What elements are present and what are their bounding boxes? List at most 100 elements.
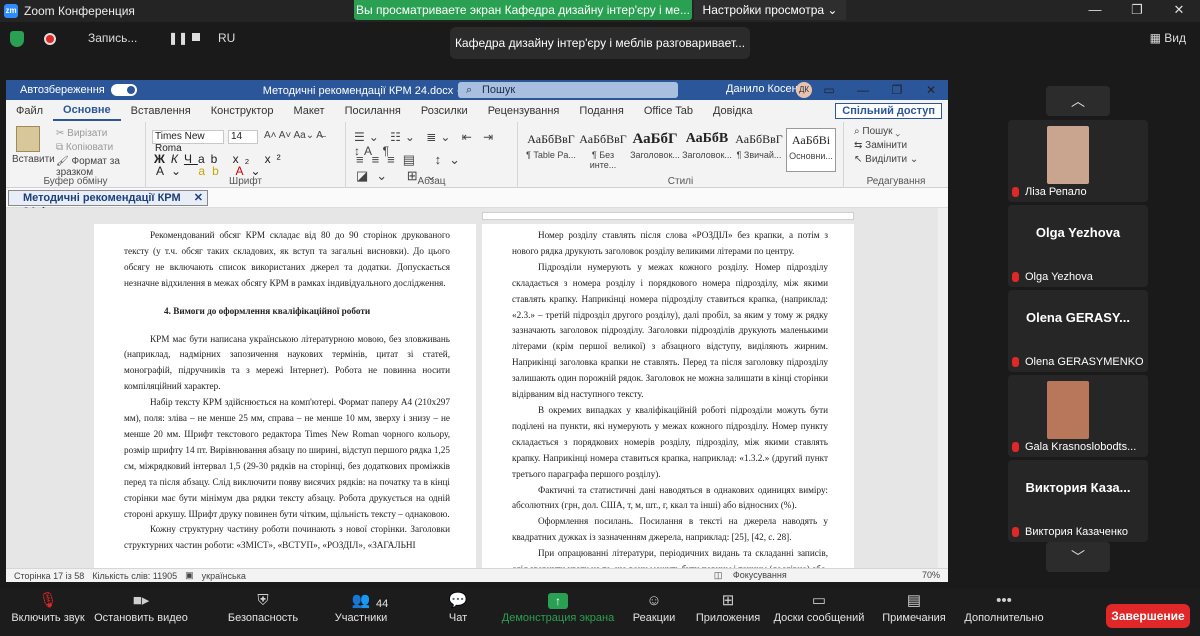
word-count[interactable]: Кількість слів: 11905 [92,571,177,581]
document-page-left[interactable]: Рекомендований обсяг КРМ складає від 80 … [94,224,476,568]
style-no-spacing[interactable]: АаБбВвГ ¶ Без инте... [578,128,628,172]
unmute-button[interactable]: 🎙 Включить звук [6,590,90,624]
style-table-paragraph[interactable]: АаБбВвГ ¶ Table Pa... [526,128,576,172]
participant-tile[interactable]: Ліза Репало [1008,120,1148,202]
share-screen-icon: ↑ [548,593,568,609]
style-normal[interactable]: АаБбВвГ ¶ Звичай... [734,128,784,172]
restore-icon[interactable]: ❐ [880,80,914,100]
security-button[interactable]: ⛨ Безопасность [226,590,300,624]
tab-review[interactable]: Рецензування [478,105,570,117]
scissors-icon: ✂ [56,128,68,139]
gallery-scroll-down-button[interactable]: ﹀ [1046,542,1110,572]
search-placeholder: Пошук [482,84,516,96]
style-sample: АаБбГ [632,131,678,147]
participants-label: Участники [334,612,388,624]
participant-tile[interactable]: Olena GERASY... Olena GERASYMENKO [1008,290,1148,372]
unmute-label: Включить звук [11,612,85,624]
language-status[interactable]: українська [202,571,246,581]
share-document-button[interactable]: Спільний доступ [835,103,942,119]
minimize-icon[interactable]: — [1074,0,1116,20]
replace-label: Замінити [865,140,908,151]
tab-view[interactable]: Подання [569,105,633,117]
chevron-down-icon: ﹀ [1071,549,1085,565]
cut-button[interactable]: ✂ Вирізати [56,128,107,139]
select-button[interactable]: ↖ Виділити ⌄ [854,154,918,165]
close-icon[interactable]: ✕ [914,80,948,100]
tab-layout[interactable]: Макет [283,105,334,117]
view-button[interactable]: ▦ Вид [1150,31,1186,45]
share-screen-button[interactable]: ↑ Демонстрация экрана [500,590,616,624]
editing-group: ⌕ Пошук ⌄ ⇆ Замінити ↖ Виділити ⌄ Редагу… [844,122,948,188]
viewing-banner[interactable]: Вы просматриваете экран Кафедра дизайну … [354,0,692,20]
more-button[interactable]: ••• Дополнительно [962,590,1046,624]
tab-help[interactable]: Довідка [703,105,763,117]
tab-mailings[interactable]: Розсилки [411,105,478,117]
tab-insert[interactable]: Вставлення [121,105,201,117]
tab-home[interactable]: Основне [53,101,121,121]
replace-button[interactable]: ⇆ Замінити [854,140,907,151]
app-title: Zoom Конференция [24,4,135,18]
participant-display-name: Olena GERASY... [1025,310,1131,325]
video-camera-icon: ■▸ [132,592,150,609]
chat-button[interactable]: 💬 Чат [440,590,476,624]
copy-label: Копіювати [65,142,114,153]
minimize-icon[interactable]: — [846,80,880,100]
participant-name: Olena GERASYMENKO [1025,356,1144,368]
tab-file[interactable]: Файл [6,105,53,117]
participant-label: Виктория Казаченко [1012,526,1128,538]
end-meeting-button[interactable]: Завершение [1106,604,1190,628]
format-painter-button[interactable]: 🖌 Формат за зразком [56,156,145,178]
participant-tile[interactable]: Виктория Каза... Виктория Казаченко [1008,460,1148,542]
apps-button[interactable]: ⊞ Приложения [692,590,764,624]
style-name: Заголовок... [682,150,732,160]
language-indicator[interactable]: RU [218,31,235,45]
zoom-level[interactable]: 70% [922,570,940,580]
gallery-scroll-up-button[interactable]: ︿ [1046,86,1110,116]
ribbon-options-icon[interactable]: ▭ [812,80,846,100]
tab-references[interactable]: Посилання [335,105,411,117]
mic-muted-icon: 🎙 [38,592,58,609]
focus-mode-button[interactable]: ◫ Фокусування [706,570,787,581]
style-body-text[interactable]: АаБбВі Основни... [786,128,836,172]
paragraph: КРМ має бути написана українською літера… [124,333,450,392]
pause-recording-icon[interactable]: ❚❚ [168,31,188,45]
focus-label: Фокусування [732,570,787,580]
reactions-button[interactable]: ☺ Реакции [626,590,682,624]
document-page-right[interactable]: Номер розділу ставлять після слова «РОЗД… [482,224,854,568]
avatar[interactable]: ДК [796,82,812,98]
notes-button[interactable]: ▤ Примечания [878,590,950,624]
font-size-controls[interactable]: A˄ A˅ Aa⌄ A̶ [264,130,323,141]
tab-office-tab[interactable]: Office Tab [634,105,703,117]
maximize-icon[interactable]: ❐ [1116,0,1158,20]
close-icon[interactable]: ✕ [1158,0,1200,20]
close-icon[interactable]: ✕ [194,191,203,205]
stop-video-button[interactable]: ■▸ Остановить видео [94,590,188,624]
style-heading-1[interactable]: АаБбГ Заголовок... [630,128,680,172]
participant-tile[interactable]: Gala Krasnoslobodts... [1008,375,1148,457]
word-search-box[interactable]: ⌕ Пошук [458,82,678,98]
autosave-toggle[interactable] [110,84,137,96]
style-heading-2[interactable]: АаБбВ Заголовок... [682,128,732,172]
find-button[interactable]: ⌕ Пошук ⌄ [854,126,900,137]
view-settings-button[interactable]: Настройки просмотра ⌄ [694,0,846,20]
security-label: Безопасность [227,612,299,624]
vertical-scrollbar[interactable] [938,208,948,568]
clipboard-group-label: Буфер обміну [43,176,108,187]
paste-button[interactable]: Вставити [12,154,55,165]
security-shield-icon[interactable] [10,31,24,47]
stop-recording-icon[interactable] [192,33,200,41]
proofing-icon[interactable]: ▣ [185,570,194,581]
document-tab[interactable]: Методичні рекомендації КРМ 24.docx✕ [8,190,208,218]
font-name-select[interactable]: Times New Roma [152,130,224,154]
participant-tile[interactable]: Olga Yezhova Olga Yezhova [1008,205,1148,287]
mic-muted-icon [1012,187,1019,197]
document-canvas[interactable]: Рекомендований обсяг КРМ складає від 80 … [6,208,948,568]
style-name: Заголовок... [630,150,680,160]
font-size-select[interactable]: 14 [228,130,258,144]
more-dots-icon: ••• [996,592,1012,609]
page-indicator[interactable]: Сторінка 17 із 58 [14,571,84,581]
copy-button[interactable]: ⧉ Копіювати [56,142,113,153]
paste-icon[interactable] [16,126,40,152]
tab-design[interactable]: Конструктор [201,105,284,117]
whiteboards-button[interactable]: ▭ Доски сообщений [770,590,868,624]
